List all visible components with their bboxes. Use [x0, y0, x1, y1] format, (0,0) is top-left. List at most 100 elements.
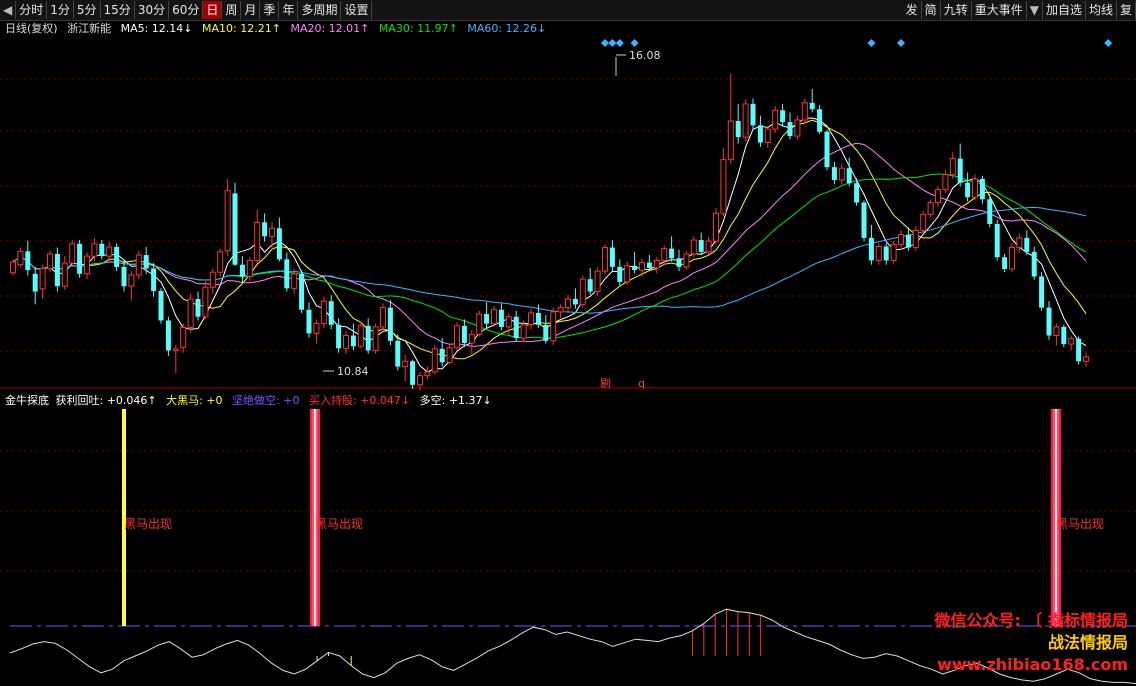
diamond-marker-3 — [630, 39, 639, 47]
candle-body — [905, 234, 911, 248]
candle-body — [365, 325, 371, 351]
candle-body — [431, 348, 438, 373]
candle-body — [446, 347, 453, 363]
tool-button-2[interactable]: 九转 — [941, 1, 972, 19]
candle-body — [883, 246, 889, 261]
candle-body — [520, 324, 527, 339]
candle-body — [764, 128, 771, 143]
candle-body — [935, 189, 941, 204]
signal-label: 黑马出现 — [315, 517, 363, 531]
dropdown-arrow-icon[interactable]: ▼ — [1027, 1, 1043, 19]
tool-button-4[interactable]: 加自选 — [1043, 1, 1086, 19]
period-tab-0[interactable]: 分时 — [16, 1, 48, 19]
candle-body — [1061, 326, 1067, 345]
period-tab-3[interactable]: 15分 — [101, 1, 135, 19]
candle-body — [476, 313, 483, 335]
period-tab-10[interactable]: 年 — [279, 1, 299, 19]
period-tab-12[interactable]: 设置 — [341, 1, 373, 19]
period-tab-6[interactable]: 日 — [203, 1, 223, 19]
candle-body — [875, 245, 882, 261]
candle-body — [705, 240, 712, 253]
period-tab-9[interactable]: 季 — [260, 1, 280, 19]
candle-body — [927, 202, 934, 215]
candle-body — [972, 178, 978, 198]
tool-button-0[interactable]: 发 — [903, 1, 922, 19]
candle-body — [735, 121, 741, 138]
candle-body — [676, 258, 682, 267]
high-price-label: 16.08 — [629, 49, 661, 62]
candle-body — [1083, 356, 1089, 362]
ma20-line — [12, 142, 1087, 347]
candle-body — [683, 253, 690, 268]
candle-body — [380, 307, 386, 328]
candle-body — [209, 271, 216, 288]
candle-body — [180, 326, 187, 348]
candle-body — [742, 103, 749, 138]
candle-body — [772, 109, 779, 130]
candle-body — [1031, 251, 1037, 277]
candle-body — [624, 265, 631, 283]
candle-body — [202, 286, 209, 318]
candle-body — [343, 334, 349, 349]
back-arrow-icon[interactable]: ◀ — [0, 1, 17, 19]
candle-body — [1016, 237, 1023, 249]
candle-body — [84, 255, 90, 275]
period-tab-1[interactable]: 1分 — [47, 1, 74, 19]
period-tab-11[interactable]: 多周期 — [298, 1, 342, 19]
candle-body — [572, 299, 578, 305]
candle-body — [639, 262, 645, 271]
candle-body — [609, 247, 615, 267]
candle-body — [780, 110, 786, 123]
candle-body — [25, 251, 31, 271]
candle-body — [77, 243, 83, 274]
diamond-marker-6 — [1104, 39, 1113, 47]
diamond-marker-2 — [615, 39, 624, 47]
candle-body — [868, 237, 874, 261]
period-tab-2[interactable]: 5分 — [74, 1, 101, 19]
tool-button-1[interactable]: 简 — [922, 1, 941, 19]
candle-body — [99, 243, 105, 257]
candle-body — [387, 307, 393, 341]
candle-body — [838, 167, 845, 181]
candle-body — [232, 193, 238, 265]
ma10-line — [12, 119, 1087, 360]
candle-body — [306, 309, 312, 334]
candle-body — [550, 311, 557, 342]
tool-buttons: 发简九转 重大事件 ▼ 加自选 均线复 — [903, 0, 1136, 20]
candle-body — [898, 234, 904, 245]
candle-body — [1039, 276, 1045, 308]
diamond-marker-4 — [867, 39, 876, 47]
period-tab-5[interactable]: 60分 — [169, 1, 204, 19]
candle-body — [106, 246, 113, 257]
candle-body — [402, 360, 409, 368]
candle-body — [757, 125, 763, 143]
candle-body — [313, 323, 320, 334]
candle-body — [69, 243, 76, 264]
candle-body — [224, 190, 231, 252]
period-tab-4[interactable]: 30分 — [135, 1, 170, 19]
candle-body — [698, 240, 704, 252]
signal-label: 黑马出现 — [1056, 517, 1104, 531]
candle-body — [10, 261, 16, 274]
candle-body — [831, 167, 837, 181]
candle-body — [246, 259, 253, 278]
watermark-line-1: 微信公众号: 〔 指标情报局 — [934, 611, 1128, 630]
candle-body — [299, 273, 305, 310]
diamond-marker-0 — [601, 39, 609, 47]
tool-button-3[interactable]: 重大事件 — [972, 1, 1027, 19]
period-tab-7[interactable]: 周 — [222, 1, 242, 19]
tool-button-5[interactable]: 均线 — [1086, 1, 1117, 19]
candle-body — [276, 228, 282, 260]
candle-body — [284, 259, 290, 289]
chart-canvas[interactable]: 16.08 10.84 剔 q 黑马出现 黑马出现 黑马出现 — [0, 21, 1136, 686]
tool-button-6[interactable]: 复 — [1117, 1, 1136, 19]
candle-body — [713, 212, 719, 242]
signal-label: 黑马出现 — [124, 517, 172, 531]
candle-body — [158, 290, 164, 321]
candle-body — [39, 267, 46, 290]
period-tab-8[interactable]: 月 — [241, 1, 261, 19]
candle-body — [47, 253, 53, 269]
candle-body — [121, 266, 127, 287]
candle-body — [1053, 326, 1060, 336]
moving-average-lines — [12, 117, 1087, 373]
